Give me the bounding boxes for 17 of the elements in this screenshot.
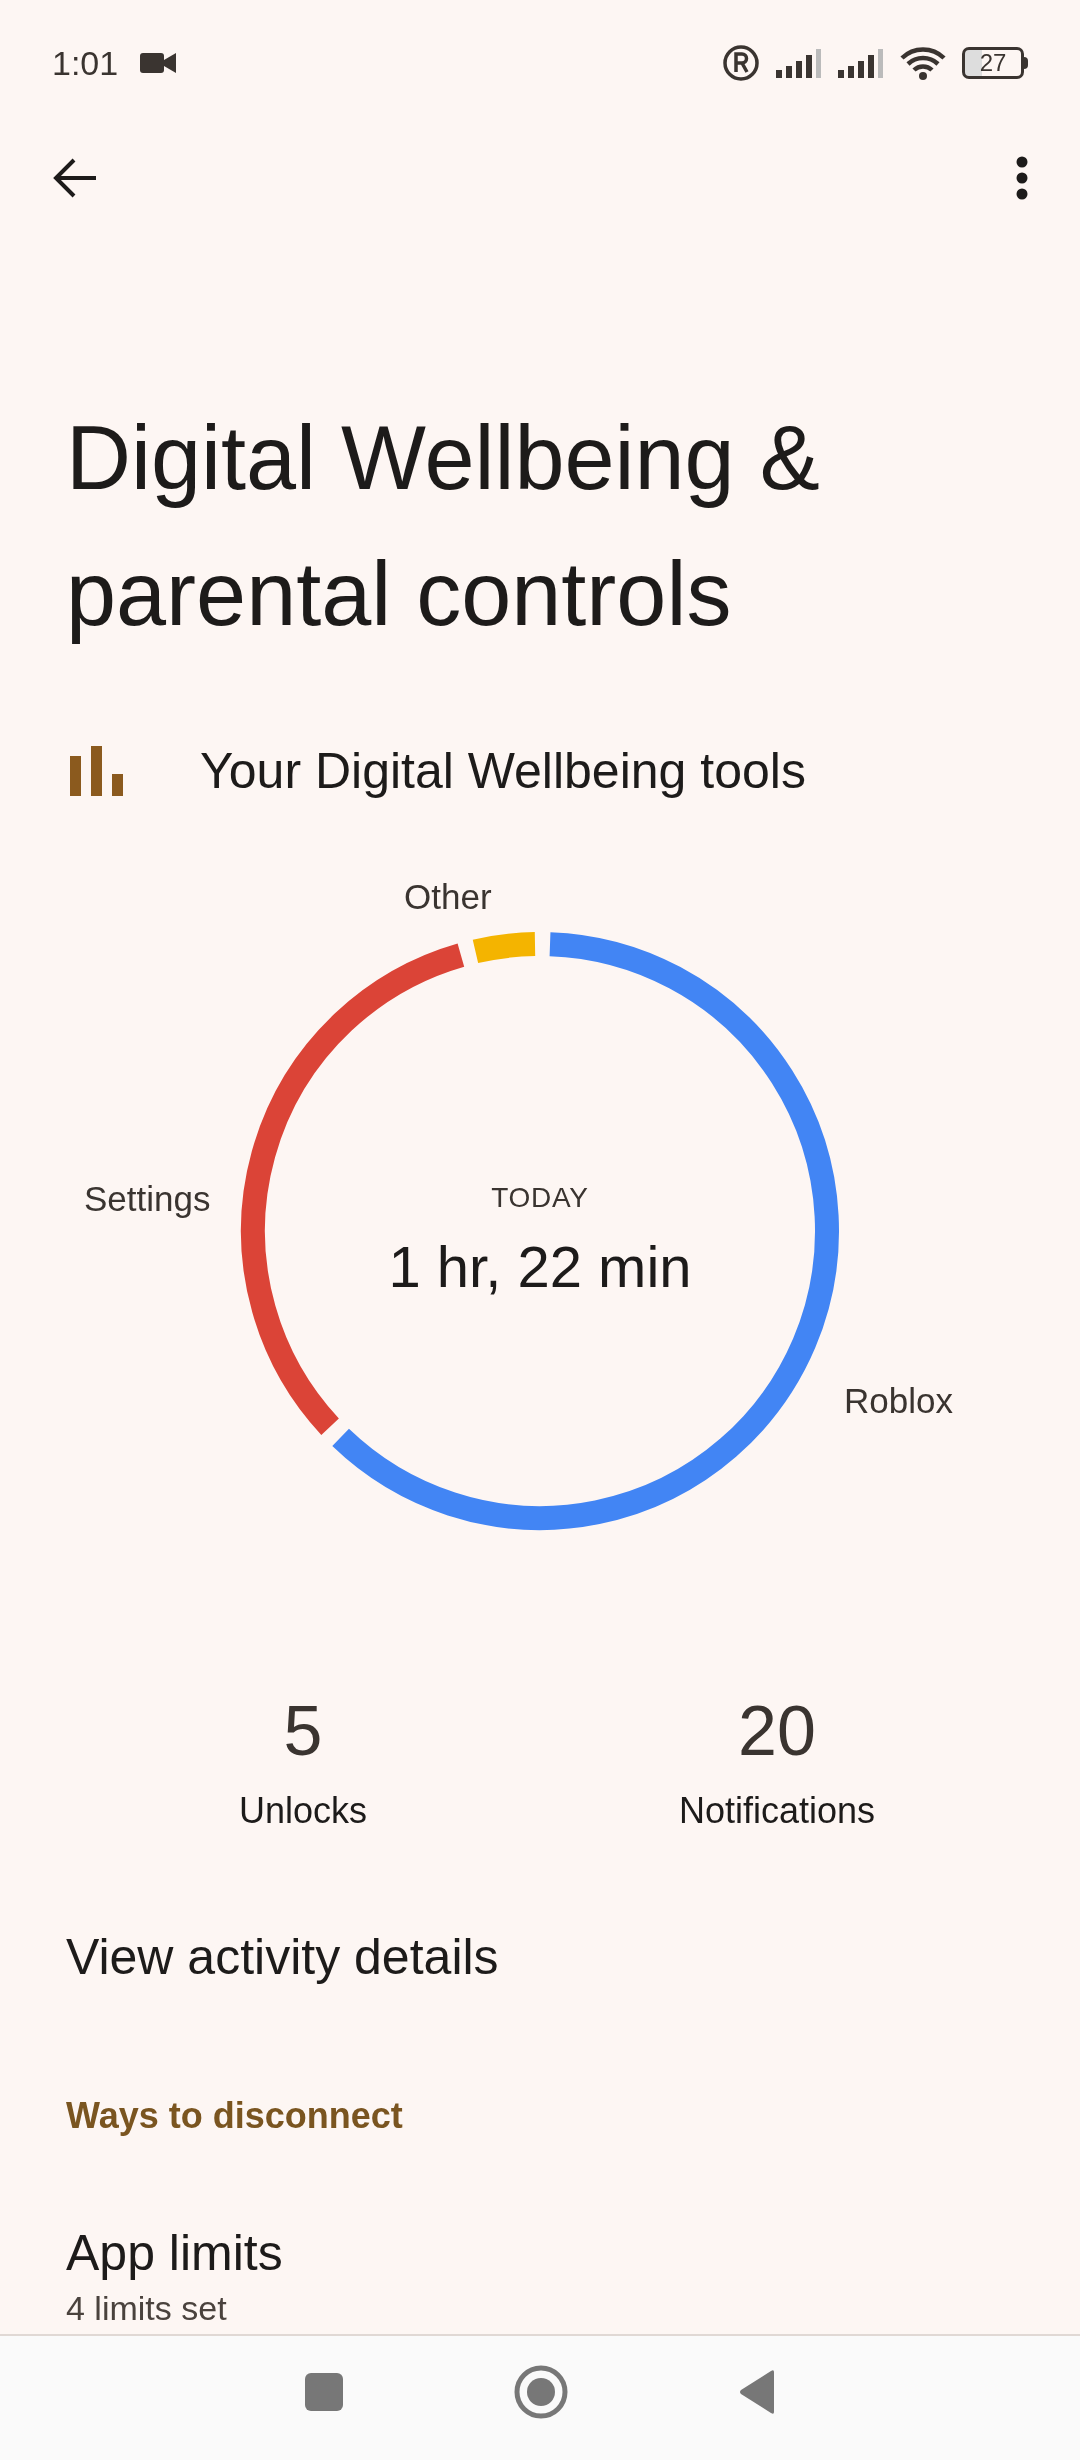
- stat-value: 5: [283, 1691, 323, 1772]
- setting-subtitle: 4 limits set: [66, 2288, 228, 2329]
- section-header: Ways to disconnect: [66, 2095, 403, 2136]
- stat-value: 20: [738, 1691, 816, 1772]
- total-time: 1 hr, 22 min: [388, 1232, 692, 1301]
- section-title[interactable]: Your Digital Wellbeing tools: [200, 733, 806, 809]
- chart-label: Settings: [84, 1177, 211, 1220]
- chart-label: Roblox: [844, 1379, 953, 1422]
- stat-label: Unlocks: [238, 1789, 367, 1833]
- status-time: 1:01: [52, 42, 119, 84]
- stat-label: Notifications: [678, 1789, 876, 1833]
- page-title: Digital Wellbeing & parental controls: [66, 406, 821, 646]
- usage-ring[interactable]: Other Settings Roblox TODAY 1 hr, 22 min: [0, 858, 1080, 1632]
- chart-label: Other: [404, 875, 492, 918]
- activity-details-link[interactable]: View activity details: [66, 1929, 499, 1985]
- setting-title[interactable]: App limits: [66, 2223, 1014, 2283]
- day-caption: TODAY: [491, 1180, 589, 1215]
